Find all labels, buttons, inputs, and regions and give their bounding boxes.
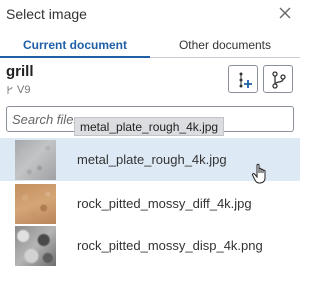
version-label: V9 [17,84,31,96]
file-item-rock-pitted-mossy-diff[interactable]: rock_pitted_mossy_diff_4k.jpg [0,182,300,225]
tab-bar: Current document Other documents [0,34,300,58]
close-icon[interactable] [276,4,294,22]
insert-button[interactable] [228,65,258,93]
branch-button[interactable] [263,65,293,93]
dialog-title: Select image [6,6,87,22]
branch-small-icon [6,85,15,95]
file-thumbnail [15,226,56,266]
tab-current-document[interactable]: Current document [0,38,150,52]
active-tab-indicator [0,56,150,58]
filename-tooltip: metal_plate_rough_4k.jpg [74,117,225,136]
document-version: V9 [6,84,30,96]
file-thumbnail [15,184,56,224]
file-item-metal-plate-rough[interactable]: metal_plate_rough_4k.jpg [0,138,300,181]
tab-other-documents[interactable]: Other documents [150,38,300,52]
file-name: rock_pitted_mossy_diff_4k.jpg [77,196,252,211]
file-name: metal_plate_rough_4k.jpg [77,152,227,167]
file-item-rock-pitted-mossy-disp[interactable]: rock_pitted_mossy_disp_4k.png [0,224,300,267]
select-image-dialog: Select image Current document Other docu… [0,0,300,287]
file-thumbnail [15,140,56,180]
dialog-header: Select image [0,0,300,30]
document-name: grill [6,63,34,80]
file-name: rock_pitted_mossy_disp_4k.png [77,238,263,253]
